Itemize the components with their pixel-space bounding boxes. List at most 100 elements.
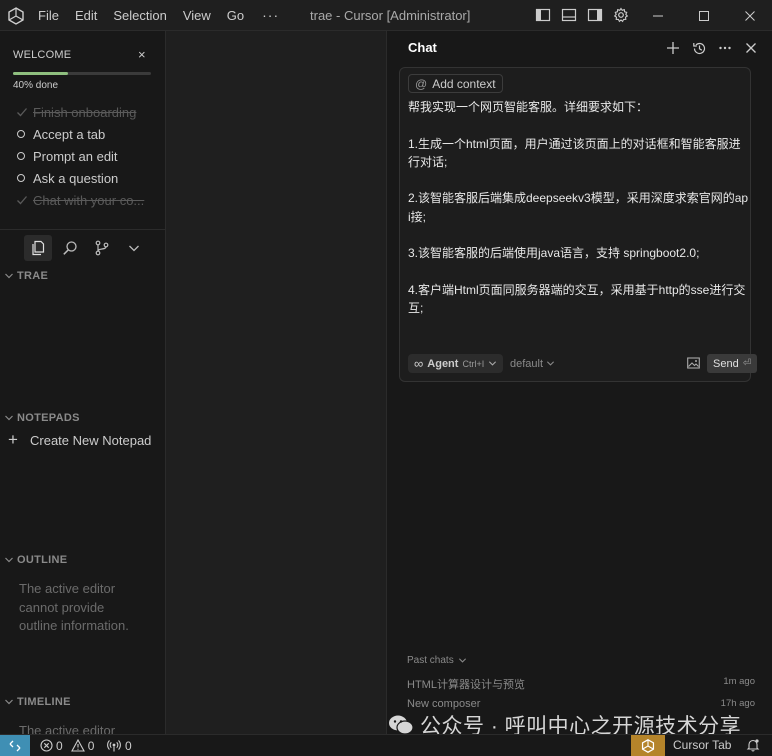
more-actions-icon[interactable] [712, 39, 738, 57]
infinity-icon: ∞ [414, 356, 424, 371]
chevron-right-icon [0, 271, 17, 281]
settings-gear-icon[interactable] [613, 7, 629, 23]
chevron-down-icon [458, 658, 466, 663]
chat-composer[interactable]: @ Add context 帮我实现一个网页智能客服。详细要求如下： 1.生成一… [399, 67, 758, 382]
menu-selection[interactable]: Selection [105, 0, 174, 31]
error-count: 0 [56, 738, 63, 753]
ports-count: 0 [125, 738, 132, 753]
chat-panel: Chat @ Add context 帮我实现一个网页智能客服。详细要求如下： … [388, 31, 772, 734]
wechat-icon [389, 715, 414, 735]
close-icon [745, 10, 755, 21]
past-chats-label: Past chats [407, 655, 454, 666]
error-icon [40, 739, 53, 752]
history-icon[interactable] [686, 39, 712, 57]
checklist-item-label: Ask a question [33, 170, 119, 186]
maximize-icon [699, 10, 709, 21]
maximize-button[interactable] [684, 0, 724, 31]
chevron-down-icon [0, 413, 17, 423]
section-outline[interactable]: OUTLINE The active editor cannot provide… [0, 549, 165, 636]
section-notepads[interactable]: NOTEPADS + Create New Notepad [0, 407, 165, 450]
menu-bar: File Edit Selection View Go ··· [30, 0, 289, 31]
new-chat-icon[interactable] [660, 39, 686, 57]
history-item[interactable]: New composer 17h ago [407, 698, 755, 710]
activity-bar [24, 235, 152, 261]
send-button[interactable]: Send ⏎ [707, 354, 758, 373]
checklist-item[interactable]: Ask a question [16, 167, 166, 189]
close-chat-icon[interactable] [738, 39, 764, 57]
toggle-primary-sidebar-icon[interactable] [535, 7, 551, 23]
warning-count: 0 [87, 738, 95, 753]
section-timeline[interactable]: TIMELINE The active editor [0, 691, 165, 734]
mode-selector[interactable]: ∞ Agent Ctrl+I [408, 354, 504, 373]
checklist-item-label: Finish onboarding [33, 104, 137, 120]
checklist-item-label: Accept a tab [33, 126, 106, 142]
menu-more-button[interactable]: ··· [252, 0, 289, 31]
minimize-icon [653, 15, 663, 16]
checklist-item[interactable]: Prompt an edit [16, 145, 166, 167]
circle-icon [16, 130, 33, 138]
explorer-icon[interactable] [24, 235, 52, 261]
mode-label: Agent [427, 357, 459, 370]
model-label: default [510, 357, 544, 370]
remote-indicator[interactable] [0, 735, 30, 756]
mode-shortcut: Ctrl+I [462, 358, 485, 369]
checklist-item[interactable]: Finish onboarding [16, 101, 166, 123]
chat-actions [660, 39, 764, 57]
notifications-bell-icon[interactable] [746, 738, 760, 752]
cursor-logo-icon [641, 738, 655, 753]
history-item-title: New composer [407, 698, 481, 710]
checkmark-icon [16, 194, 33, 206]
composer-footer: ∞ Agent Ctrl+I default Send ⏎ [408, 354, 758, 374]
minimize-button[interactable] [638, 0, 678, 31]
window-title: trae - Cursor [Administrator] [310, 8, 471, 23]
chevron-down-icon[interactable] [120, 235, 148, 261]
circle-icon [16, 174, 33, 182]
menu-file[interactable]: File [30, 0, 67, 31]
checklist-item[interactable]: Accept a tab [16, 123, 166, 145]
tab-chat[interactable]: Chat [408, 40, 437, 55]
history-item-time: 1m ago [723, 676, 755, 687]
search-icon[interactable] [56, 235, 84, 261]
enter-key-icon: ⏎ [742, 358, 752, 369]
primary-sidebar: WELCOME × 40% done Finish onboarding Acce… [0, 31, 166, 734]
menu-go[interactable]: Go [219, 0, 252, 31]
ports-indicator[interactable]: 0 [107, 735, 132, 756]
cursor-logo-icon [7, 7, 25, 25]
create-new-notepad-label: Create New Notepad [30, 432, 152, 448]
prompt-input[interactable]: 帮我实现一个网页智能客服。详细要求如下： 1.生成一个html页面，用户通过该页… [408, 98, 750, 318]
section-trae[interactable]: TRAE [0, 265, 165, 287]
chevron-down-icon [489, 361, 497, 366]
menu-view[interactable]: View [175, 0, 219, 31]
circle-icon [16, 152, 33, 160]
checklist-item[interactable]: Chat with your co... [16, 189, 166, 211]
editor-area[interactable] [166, 31, 387, 734]
section-title-notepads: NOTEPADS [17, 412, 80, 424]
close-window-button[interactable] [730, 0, 770, 31]
history-item[interactable]: HTML计算器设计与预览 1m ago [407, 676, 755, 692]
problems-indicator[interactable]: 0 0 [40, 735, 102, 756]
cursor-tab-label[interactable]: Cursor Tab [673, 735, 731, 756]
status-bar: 0 0 0 Cursor Tab [0, 734, 772, 756]
past-chats-toggle[interactable]: Past chats [407, 655, 467, 666]
broadcast-icon [107, 740, 121, 752]
cursor-tab-badge[interactable] [631, 735, 665, 756]
timeline-empty-message: The active editor [19, 723, 116, 734]
toggle-secondary-sidebar-icon[interactable] [587, 7, 603, 23]
image-upload-icon[interactable] [687, 357, 700, 369]
chevron-down-icon [546, 361, 555, 366]
toggle-panel-icon[interactable] [561, 7, 577, 23]
warning-icon [70, 739, 85, 752]
welcome-close-button[interactable]: × [138, 47, 146, 62]
source-control-icon[interactable] [88, 235, 116, 261]
menu-edit[interactable]: Edit [67, 0, 105, 31]
chevron-down-icon [0, 555, 17, 565]
remote-icon [9, 740, 21, 751]
history-item-title: HTML计算器设计与预览 [407, 679, 525, 691]
history-item-time: 17h ago [720, 698, 755, 709]
add-context-button[interactable]: @ Add context [408, 74, 503, 93]
welcome-header: WELCOME [13, 49, 72, 61]
create-new-notepad-button[interactable]: + Create New Notepad [0, 430, 165, 450]
model-selector[interactable]: default [510, 354, 555, 373]
checklist-item-label: Prompt an edit [33, 148, 118, 164]
onboarding-checklist: Finish onboarding Accept a tab Prompt an e… [16, 101, 166, 211]
